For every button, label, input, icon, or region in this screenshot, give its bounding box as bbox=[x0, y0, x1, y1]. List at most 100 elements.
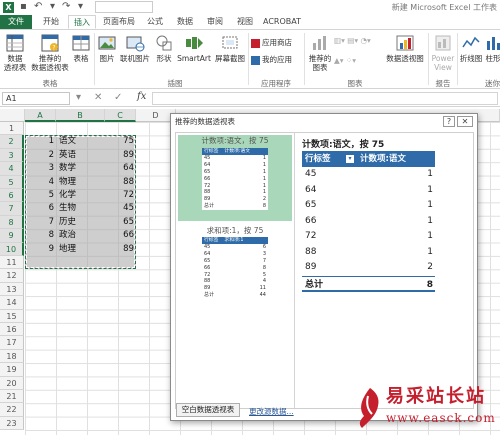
column-header-c[interactable]: C bbox=[105, 109, 136, 122]
smartart-button[interactable]: SmartArt bbox=[176, 33, 212, 63]
redo-icon[interactable]: ↷ bbox=[62, 1, 70, 13]
cell-c[interactable]: 88 bbox=[105, 176, 134, 189]
picture-button[interactable]: 图片 bbox=[96, 33, 118, 63]
pivot-options-list[interactable]: 计数项:语文，按 75 行标签 计数项:语文 45 1 64 1 65 1 66 1 72 1 88 1 8… bbox=[176, 133, 295, 408]
app-store-button[interactable]: 应用商店 bbox=[251, 38, 292, 48]
cell-b[interactable]: 化学 bbox=[59, 189, 105, 202]
recommended-pivot-button[interactable]: ? 推荐的 数据透视表 bbox=[30, 33, 70, 72]
row-header[interactable]: 7 bbox=[0, 202, 24, 216]
online-picture-button[interactable]: 联机图片 bbox=[119, 33, 151, 63]
pivot-table-button[interactable]: 数据 透视表 bbox=[2, 33, 28, 72]
sparkline-line-button[interactable]: 折线图 bbox=[458, 33, 484, 63]
tab-view[interactable]: 视图 bbox=[231, 15, 259, 29]
tab-page-layout[interactable]: 页面布局 bbox=[99, 15, 139, 29]
undo-icon[interactable]: ↶ bbox=[34, 1, 42, 13]
cell-c[interactable]: 89 bbox=[105, 243, 134, 256]
name-box-dropdown-icon[interactable]: ▾ bbox=[76, 92, 81, 104]
blank-pivot-button[interactable]: 空白数据透视表 bbox=[176, 403, 240, 417]
row-header[interactable]: 16 bbox=[0, 323, 24, 337]
help-button[interactable]: ? bbox=[443, 116, 455, 127]
cell-a[interactable]: 4 bbox=[25, 176, 54, 189]
chart-type-buttons-row2[interactable]: ▲▾ ⁘▾ bbox=[334, 56, 356, 65]
pivot-chart-button[interactable]: 数据透视图 bbox=[384, 33, 426, 63]
cell-b[interactable]: 数学 bbox=[59, 162, 105, 175]
select-all-corner[interactable] bbox=[0, 109, 25, 122]
cell-a[interactable]: 9 bbox=[25, 243, 54, 256]
tab-insert[interactable]: 插入 bbox=[68, 15, 96, 29]
cell-c[interactable]: 45 bbox=[105, 202, 134, 215]
row-header[interactable]: 5 bbox=[0, 175, 24, 189]
enter-formula-icon[interactable]: ✓ bbox=[114, 92, 122, 104]
cell-a[interactable]: 2 bbox=[25, 149, 54, 162]
cell-c[interactable]: 65 bbox=[105, 216, 134, 229]
row-header[interactable]: 19 bbox=[0, 363, 24, 377]
filter-dropdown-icon[interactable]: ▾ bbox=[346, 155, 354, 163]
cancel-formula-icon[interactable]: ✕ bbox=[94, 92, 102, 104]
cell-a[interactable]: 3 bbox=[25, 162, 54, 175]
close-button[interactable]: ✕ bbox=[457, 116, 473, 127]
column-header-a[interactable]: A bbox=[25, 109, 56, 122]
row-header[interactable]: 13 bbox=[0, 282, 24, 297]
undo-dropdown-icon[interactable]: ▾ bbox=[50, 1, 55, 13]
cell-a[interactable]: 6 bbox=[25, 202, 54, 215]
tab-acrobat[interactable]: ACROBAT bbox=[261, 15, 303, 29]
row-header[interactable]: 12 bbox=[0, 269, 24, 283]
cell-a[interactable]: 1 bbox=[25, 135, 54, 148]
row-header[interactable]: 15 bbox=[0, 309, 24, 323]
insert-function-icon[interactable]: fx bbox=[137, 91, 146, 102]
row-header[interactable]: 18 bbox=[0, 349, 24, 364]
tab-data[interactable]: 数据 bbox=[171, 15, 199, 29]
cell-b[interactable]: 生物 bbox=[59, 202, 105, 215]
cell-c[interactable]: 89 bbox=[105, 149, 134, 162]
row-header[interactable]: 20 bbox=[0, 376, 24, 390]
row-header[interactable]: 22 bbox=[0, 403, 24, 417]
cell-c[interactable]: 75 bbox=[105, 135, 134, 148]
tab-formulas[interactable]: 公式 bbox=[141, 15, 169, 29]
recommended-charts-button[interactable]: 推荐的 图表 bbox=[306, 33, 334, 72]
table-button[interactable]: 表格 bbox=[70, 33, 92, 63]
cell-a[interactable]: 5 bbox=[25, 189, 54, 202]
cell-c[interactable]: 64 bbox=[105, 162, 134, 175]
row-header[interactable]: 6 bbox=[0, 189, 24, 203]
cell-b[interactable]: 英语 bbox=[59, 149, 105, 162]
row-header[interactable]: 9 bbox=[0, 229, 24, 243]
power-view-button[interactable]: Power View bbox=[430, 33, 456, 72]
tab-home[interactable]: 开始 bbox=[36, 15, 66, 29]
cell-a[interactable]: 8 bbox=[25, 229, 54, 242]
tab-file[interactable]: 文件 bbox=[0, 15, 32, 29]
cell-c[interactable]: 66 bbox=[105, 229, 134, 242]
row-header[interactable]: 14 bbox=[0, 296, 24, 310]
sparkline-column-button[interactable]: 柱形 bbox=[484, 33, 500, 63]
row-header[interactable]: 1 bbox=[0, 122, 24, 136]
pivot-option-1[interactable]: 计数项:语文，按 75 行标签 计数项:语文 45 1 64 1 65 1 66 1 72 1 88 1 8… bbox=[178, 135, 292, 221]
row-header[interactable]: 17 bbox=[0, 336, 24, 350]
column-header-b[interactable]: B bbox=[56, 109, 105, 122]
row-header[interactable]: 10 bbox=[0, 242, 24, 256]
change-source-link[interactable]: 更改源数据... bbox=[249, 406, 294, 417]
cell-b[interactable]: 物理 bbox=[59, 176, 105, 189]
formula-input[interactable] bbox=[152, 92, 498, 105]
qat-customize-icon[interactable]: ▾ bbox=[78, 1, 83, 13]
name-box[interactable]: A1 bbox=[2, 92, 70, 105]
row-header[interactable]: 2 bbox=[0, 135, 24, 149]
row-header[interactable]: 21 bbox=[0, 390, 24, 404]
row-header[interactable]: 23 bbox=[0, 416, 24, 431]
cell-a[interactable]: 7 bbox=[25, 216, 54, 229]
row-header[interactable]: 8 bbox=[0, 215, 24, 230]
row-header[interactable]: 4 bbox=[0, 162, 24, 176]
cell-c[interactable]: 72 bbox=[105, 189, 134, 202]
my-apps-button[interactable]: 我的应用 bbox=[251, 55, 292, 65]
tab-review[interactable]: 审阅 bbox=[201, 15, 229, 29]
chart-type-buttons[interactable]: ▥▾ ▤▾ ◔▾ bbox=[334, 36, 371, 45]
cell-b[interactable]: 语文 bbox=[59, 135, 105, 148]
cell-b[interactable]: 政治 bbox=[59, 229, 105, 242]
title-search-box[interactable] bbox=[95, 1, 153, 13]
row-header[interactable]: 11 bbox=[0, 256, 24, 270]
cell-b[interactable]: 历史 bbox=[59, 216, 105, 229]
screenshot-button[interactable]: 屏幕截图 bbox=[213, 33, 247, 63]
row-header[interactable]: 3 bbox=[0, 148, 24, 163]
cell-b[interactable]: 地理 bbox=[59, 243, 105, 256]
save-icon[interactable]: ▪ bbox=[20, 1, 27, 13]
shapes-button[interactable]: 形状 bbox=[153, 33, 175, 63]
pivot-option-2[interactable]: 求和项:1，按 75 行标签 求和项:1 45 6 64 3 65 7 66 8 72 5 88 4 89 1… bbox=[178, 225, 292, 305]
